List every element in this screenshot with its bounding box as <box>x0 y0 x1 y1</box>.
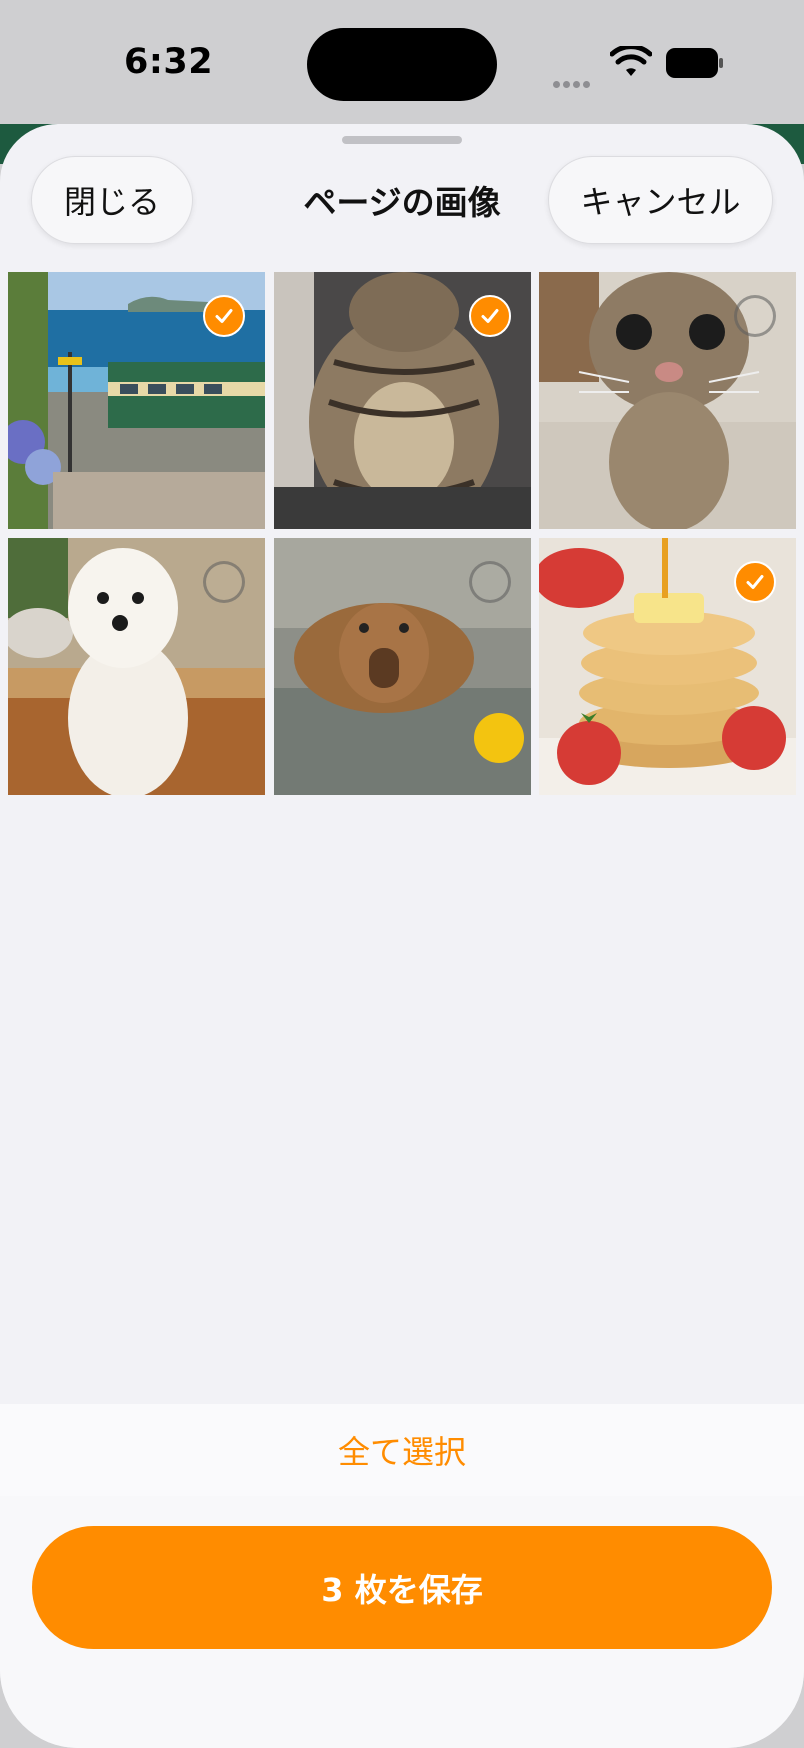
image-tile-coastal-train[interactable] <box>8 272 265 529</box>
sheet-grabber[interactable] <box>342 136 462 144</box>
selected-check-icon <box>203 295 245 337</box>
select-all-button[interactable]: 全て選択 <box>0 1404 804 1496</box>
bottom-action-bar: 全て選択 3 枚を保存 <box>0 1404 804 1748</box>
selected-check-icon <box>469 295 511 337</box>
unselected-circle-icon <box>469 561 511 603</box>
wifi-icon <box>610 46 652 76</box>
image-tile-capybara[interactable] <box>274 538 531 795</box>
image-tile-cat-sitting[interactable] <box>274 272 531 529</box>
selected-check-icon <box>734 561 776 603</box>
image-tile-pancakes[interactable] <box>539 538 796 795</box>
save-button[interactable]: 3 枚を保存 <box>32 1526 772 1649</box>
dynamic-island <box>307 28 497 101</box>
cancel-button[interactable]: キャンセル <box>548 156 773 244</box>
status-time: 6:32 <box>124 42 214 82</box>
unselected-circle-icon <box>734 295 776 337</box>
unselected-circle-icon <box>203 561 245 603</box>
battery-icon <box>666 48 723 78</box>
status-bar: 6:32 <box>0 0 804 124</box>
cellular-signal-icon <box>553 73 593 92</box>
image-picker-sheet: 閉じる ページの画像 キャンセル 全て選択 3 枚を保存 <box>0 124 804 1748</box>
image-tile-cat-closeup[interactable] <box>539 272 796 529</box>
image-tile-white-dog[interactable] <box>8 538 265 795</box>
